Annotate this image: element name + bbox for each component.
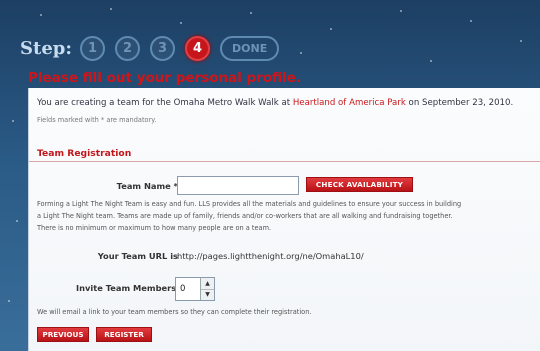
page-background: Step: 1 2 3 4 DONE Please fill out your … [0, 0, 540, 351]
register-button[interactable]: REGISTER [96, 327, 152, 342]
step-progress: Step: 1 2 3 4 DONE [20, 34, 280, 62]
team-description: Forming a Light The Night Team is easy a… [37, 200, 462, 232]
step-4-current: 4 [185, 35, 210, 61]
step-3: 3 [150, 35, 175, 61]
step-2: 2 [115, 35, 140, 61]
invite-members-label: Invite Team Members [76, 283, 177, 293]
mandatory-note: Fields marked with * are mandatory. [37, 116, 157, 124]
stepper-controls: ▲ ▼ [200, 278, 214, 300]
step-1: 1 [80, 35, 105, 61]
event-location-link[interactable]: Heartland of America Park [293, 98, 406, 108]
intro-text: You are creating a team for the Omaha Me… [37, 98, 513, 108]
section-heading: Team Registration [29, 148, 540, 162]
step-label: Step: [20, 37, 72, 59]
invite-members-value[interactable]: 0 [176, 278, 200, 300]
stepper-down-icon[interactable]: ▼ [201, 288, 214, 300]
team-url-label: Your Team URL is [97, 251, 178, 261]
team-name-label: Team Name * [116, 181, 178, 191]
previous-button[interactable]: PREVIOUS [37, 327, 89, 342]
team-name-input[interactable] [177, 176, 299, 195]
page-title: Please fill out your personal profile. [28, 70, 302, 86]
intro-suffix: on September 23, 2010. [405, 98, 514, 108]
form-panel: You are creating a team for the Omaha Me… [28, 88, 540, 351]
check-availability-button[interactable]: CHECK AVAILABILITY [306, 177, 413, 192]
intro-prefix: You are creating a team for the Omaha Me… [37, 98, 293, 108]
team-url-value: http://pages.lightthenight.org/ne/OmahaL… [177, 251, 364, 261]
step-done: DONE [220, 35, 280, 61]
invite-members-stepper[interactable]: 0 ▲ ▼ [175, 277, 215, 301]
stepper-up-icon[interactable]: ▲ [201, 278, 214, 289]
email-note: We will email a link to your team member… [37, 308, 312, 316]
